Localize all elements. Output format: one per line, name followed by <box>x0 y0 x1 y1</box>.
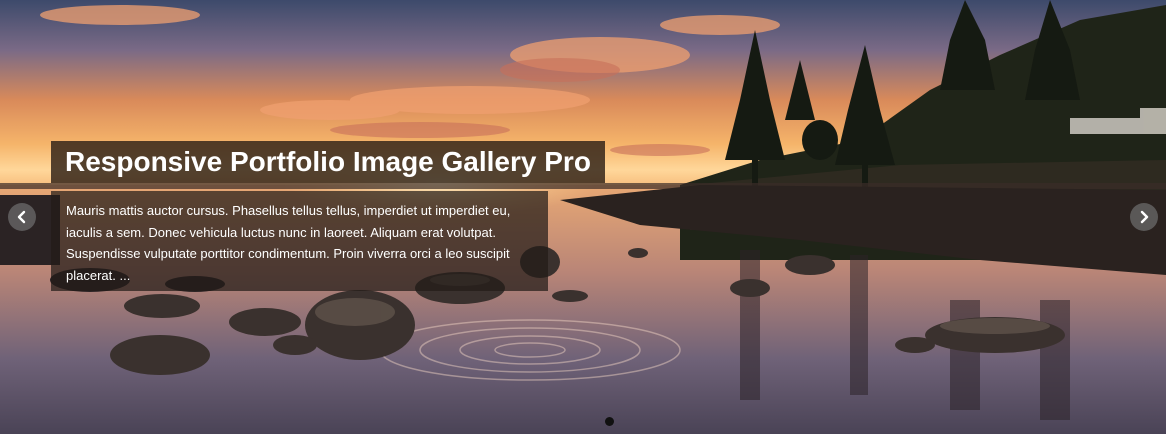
chevron-left-icon <box>17 210 26 224</box>
image-slider: Responsive Portfolio Image Gallery Pro M… <box>0 0 1166 434</box>
pagination-dot-active[interactable] <box>605 417 614 426</box>
slide-title: Responsive Portfolio Image Gallery Pro <box>51 141 605 183</box>
slide-description: Mauris mattis auctor cursus. Phasellus t… <box>51 191 548 291</box>
chevron-right-icon <box>1140 210 1149 224</box>
next-slide-button[interactable] <box>1130 203 1158 231</box>
slide-pagination <box>0 417 1166 427</box>
previous-slide-button[interactable] <box>8 203 36 231</box>
